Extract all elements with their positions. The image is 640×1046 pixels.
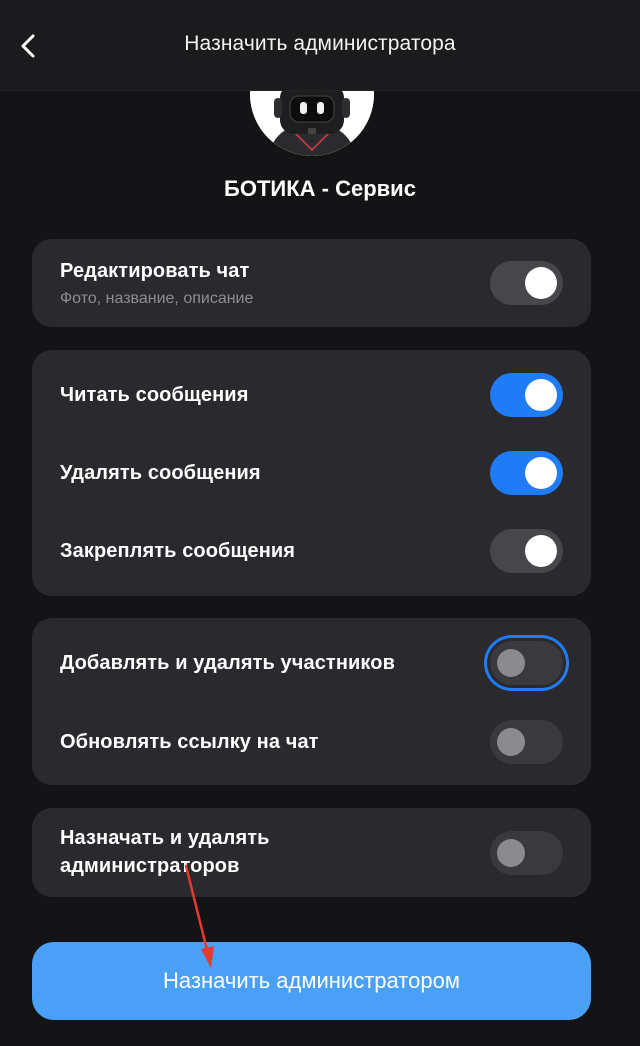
toggle-update-link[interactable]: [490, 720, 563, 764]
permission-row-read-messages[interactable]: Читать сообщения: [32, 350, 591, 438]
permission-row-update-link[interactable]: Обновлять ссылку на чат: [32, 698, 591, 786]
toggle-manage-admins[interactable]: [490, 831, 563, 875]
permission-group-chat: Редактировать чат Фото, название, описан…: [32, 239, 591, 327]
permission-label: Читать сообщения: [60, 384, 249, 406]
toggle-knob: [525, 535, 557, 567]
permission-sublabel: Фото, название, описание: [60, 290, 254, 307]
permission-label: Редактировать чат: [60, 260, 250, 282]
profile-name: БОТИКА - Сервис: [224, 176, 416, 201]
toggle-knob: [525, 267, 557, 299]
toggle-knob: [497, 649, 525, 677]
assign-admin-button[interactable]: Назначить администратором: [32, 942, 591, 1020]
page-title: Назначить администратора: [184, 32, 456, 55]
permission-label: Добавлять и удалять участников: [60, 652, 395, 674]
permission-group-admins: Назначать и удалять администраторов: [32, 808, 591, 897]
toggle-knob: [497, 728, 525, 756]
screen: Назначить администратора БОТИКА - Сервис…: [0, 0, 640, 1046]
permission-group-messages: Читать сообщения Удалять сообщения Закре…: [32, 350, 591, 596]
toggle-add-remove-members[interactable]: [490, 641, 563, 685]
toggle-knob: [525, 379, 557, 411]
permission-label: Обновлять ссылку на чат: [60, 731, 319, 753]
toggle-edit-chat[interactable]: [490, 261, 563, 305]
toggle-knob: [525, 457, 557, 489]
top-bar: Назначить администратора: [0, 0, 640, 91]
toggle-delete-messages[interactable]: [490, 451, 563, 495]
permission-row-pin-messages[interactable]: Закреплять сообщения: [32, 506, 591, 594]
toggle-knob: [497, 839, 525, 867]
permission-group-members: Добавлять и удалять участников Обновлять…: [32, 618, 591, 785]
permission-row-add-remove-members[interactable]: Добавлять и удалять участников: [32, 618, 591, 706]
permission-row-manage-admins[interactable]: Назначать и удалять администраторов: [32, 808, 591, 897]
toggle-read-messages[interactable]: [490, 373, 563, 417]
toggle-pin-messages[interactable]: [490, 529, 563, 573]
permission-row-delete-messages[interactable]: Удалять сообщения: [32, 428, 591, 516]
permission-row-edit-chat[interactable]: Редактировать чат Фото, название, описан…: [32, 239, 591, 327]
permission-label: Назначать и удалять администраторов: [60, 827, 270, 877]
permission-label: Закреплять сообщения: [60, 540, 296, 562]
permission-label: Удалять сообщения: [60, 462, 261, 484]
